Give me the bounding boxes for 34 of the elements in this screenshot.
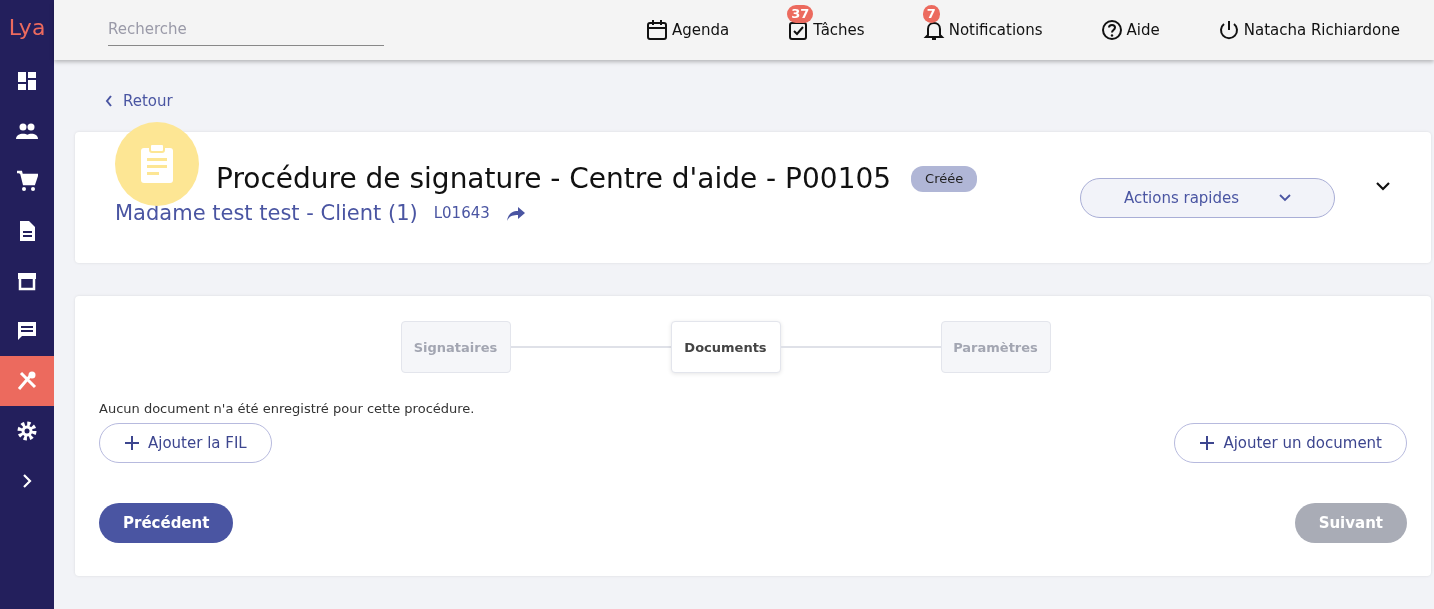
nav-link[interactable]: Tâches [813,18,865,42]
plus-icon [1199,434,1216,451]
step-tab[interactable]: Documents [670,321,781,374]
quick-actions-dropdown[interactable]: Actions rapides [1080,178,1335,219]
count-badge: 7 [922,4,940,23]
empty-message: Aucun document n'a été enregistré pour cette procédure. [99,400,476,419]
plus-icon [124,434,140,451]
back-link[interactable]: Retour [105,90,173,113]
bell-icon [922,19,945,41]
nav-link[interactable]: Agenda [672,18,730,42]
nav-link[interactable]: Aide [1126,18,1160,42]
settings-icon [16,420,38,442]
checkbox-icon [787,19,810,41]
logo: Lya [7,14,47,42]
cart-icon [16,170,38,192]
nav-link[interactable]: Natacha Richiardone [1243,18,1400,42]
add-document-button[interactable]: Ajouter un document [1174,422,1407,463]
count-badge: 37 [787,4,814,23]
reference-number: L01643 [433,203,490,225]
share-icon[interactable] [505,205,526,222]
status-badge: Créée [911,166,978,192]
dashboard-icon [16,70,38,92]
help-icon [1100,19,1123,41]
procedure-title: Procédure de signature - Centre d'aide - P00105 [216,162,892,196]
previous-button[interactable]: Précédent [99,502,234,543]
add-fil-button[interactable]: Ajouter la FIL [99,422,272,463]
search-field[interactable]: Recherche [108,14,384,46]
calendar-icon [646,19,669,41]
chat-icon [16,320,38,342]
caret-icon [1279,194,1292,203]
client-name[interactable]: Madame test test - Client (1) [115,197,418,230]
power-icon [1217,19,1240,41]
back-chevron-icon [105,95,113,108]
nav-link[interactable]: Notifications [948,18,1043,42]
